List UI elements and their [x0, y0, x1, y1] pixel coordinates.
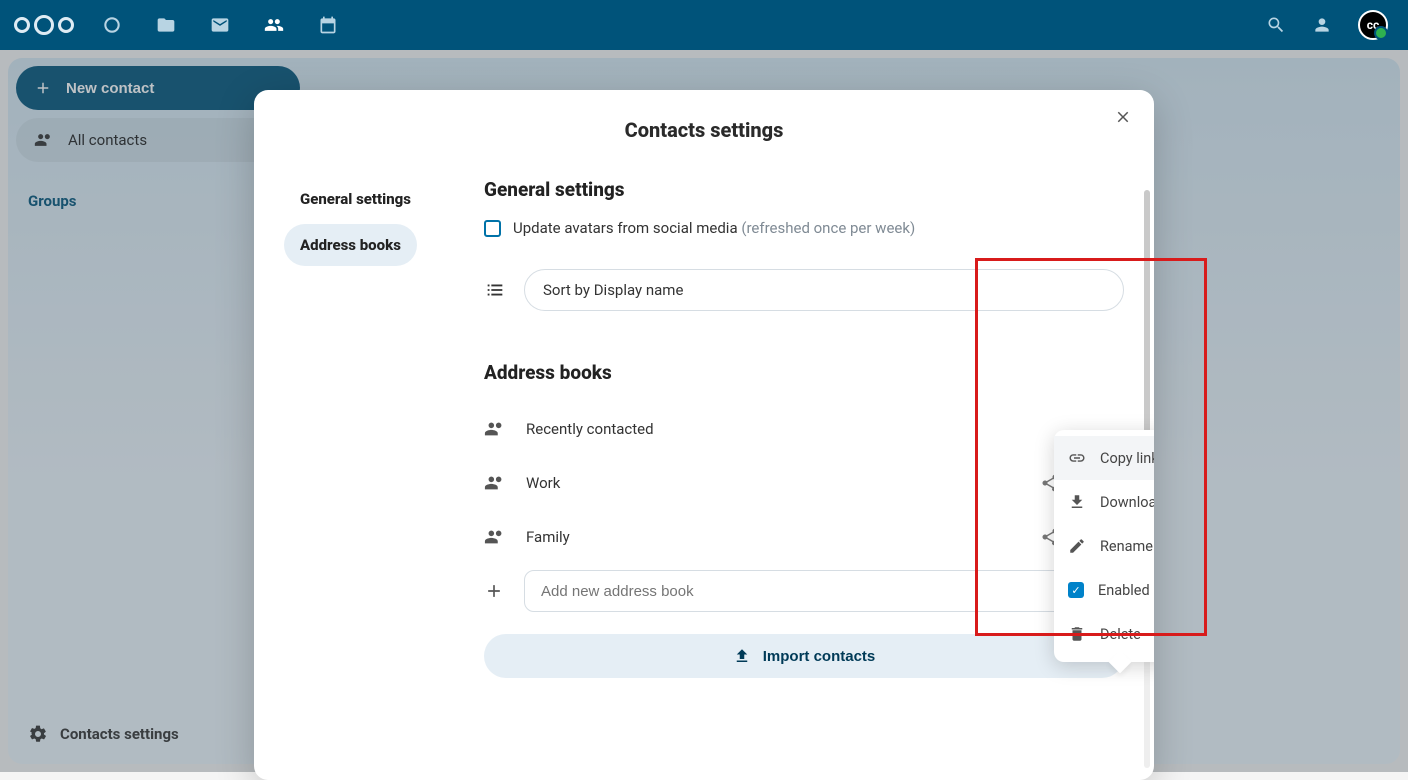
checkbox-checked-icon: ✓ [1068, 582, 1084, 598]
add-address-book-input-wrap [524, 570, 1124, 612]
files-icon[interactable] [156, 15, 176, 35]
contacts-app-icon[interactable] [264, 15, 284, 35]
update-avatars-label: Update avatars from social media [513, 219, 738, 237]
close-icon[interactable] [1114, 108, 1132, 126]
address-book-context-menu: Copy link Download Rename ✓ Enabled [1054, 430, 1154, 662]
menu-label: Rename [1100, 538, 1153, 555]
logo-dot-icon [14, 17, 30, 33]
logo-dot-icon [34, 15, 54, 35]
nav-address-books[interactable]: Address books [284, 224, 417, 266]
update-avatars-checkbox-row[interactable]: Update avatars from social media (refres… [484, 219, 1124, 237]
modal-nav: General settings Address books [254, 178, 474, 780]
mail-icon[interactable] [210, 15, 230, 35]
address-book-label: Work [526, 474, 1012, 492]
nav-general-settings[interactable]: General settings [284, 178, 427, 220]
download-icon [1068, 493, 1086, 511]
people-icon [484, 418, 506, 440]
link-icon [1068, 449, 1086, 467]
user-avatar[interactable]: cc [1358, 10, 1388, 40]
menu-item-enabled[interactable]: ✓ Enabled [1054, 568, 1154, 612]
topbar-nav [102, 15, 338, 35]
search-icon[interactable] [1266, 15, 1286, 35]
address-book-row: Family [484, 510, 1124, 564]
add-address-book-input[interactable] [541, 583, 1085, 600]
menu-item-rename[interactable]: Rename [1054, 524, 1154, 568]
menu-label: Enabled [1098, 582, 1150, 599]
topbar: cc [0, 0, 1408, 50]
address-book-label: Family [526, 528, 1012, 546]
general-settings-heading: General settings [484, 178, 1124, 201]
sort-select[interactable]: Sort by Display name [524, 269, 1124, 311]
menu-item-delete[interactable]: Delete [1054, 612, 1154, 656]
menu-label: Download [1100, 494, 1154, 511]
people-icon [484, 526, 506, 548]
update-avatars-hint: (refreshed once per week) [741, 219, 915, 237]
address-book-label: Recently contacted [526, 420, 1124, 438]
main-area: New contact All contacts Groups Contacts… [0, 50, 1408, 772]
logo-dot-icon [58, 17, 74, 33]
address-book-row: Recently contacted [484, 402, 1124, 456]
dashboard-icon[interactable] [102, 15, 122, 35]
modal-title: Contacts settings [254, 90, 1154, 142]
menu-item-copy-link[interactable]: Copy link [1054, 436, 1154, 480]
people-icon [484, 472, 506, 494]
add-address-book-row [484, 570, 1124, 612]
upload-icon [733, 647, 751, 665]
sort-select-value: Sort by Display name [543, 281, 683, 299]
modal-content: General settings Update avatars from soc… [474, 178, 1154, 780]
app-logo[interactable] [14, 15, 74, 35]
menu-label: Delete [1100, 626, 1141, 643]
menu-label: Copy link [1100, 450, 1154, 467]
settings-modal: Contacts settings General settings Addre… [254, 90, 1154, 780]
pencil-icon [1068, 537, 1086, 555]
plus-icon [484, 581, 504, 601]
address-books-heading: Address books [484, 361, 1124, 384]
list-icon [484, 279, 506, 301]
checkbox-icon[interactable] [484, 220, 501, 237]
address-book-row: Work [484, 456, 1124, 510]
calendar-icon[interactable] [318, 15, 338, 35]
contacts-menu-icon[interactable] [1312, 15, 1332, 35]
menu-item-download[interactable]: Download [1054, 480, 1154, 524]
trash-icon [1068, 625, 1086, 643]
import-contacts-label: Import contacts [763, 648, 876, 665]
import-contacts-button[interactable]: Import contacts [484, 634, 1124, 678]
